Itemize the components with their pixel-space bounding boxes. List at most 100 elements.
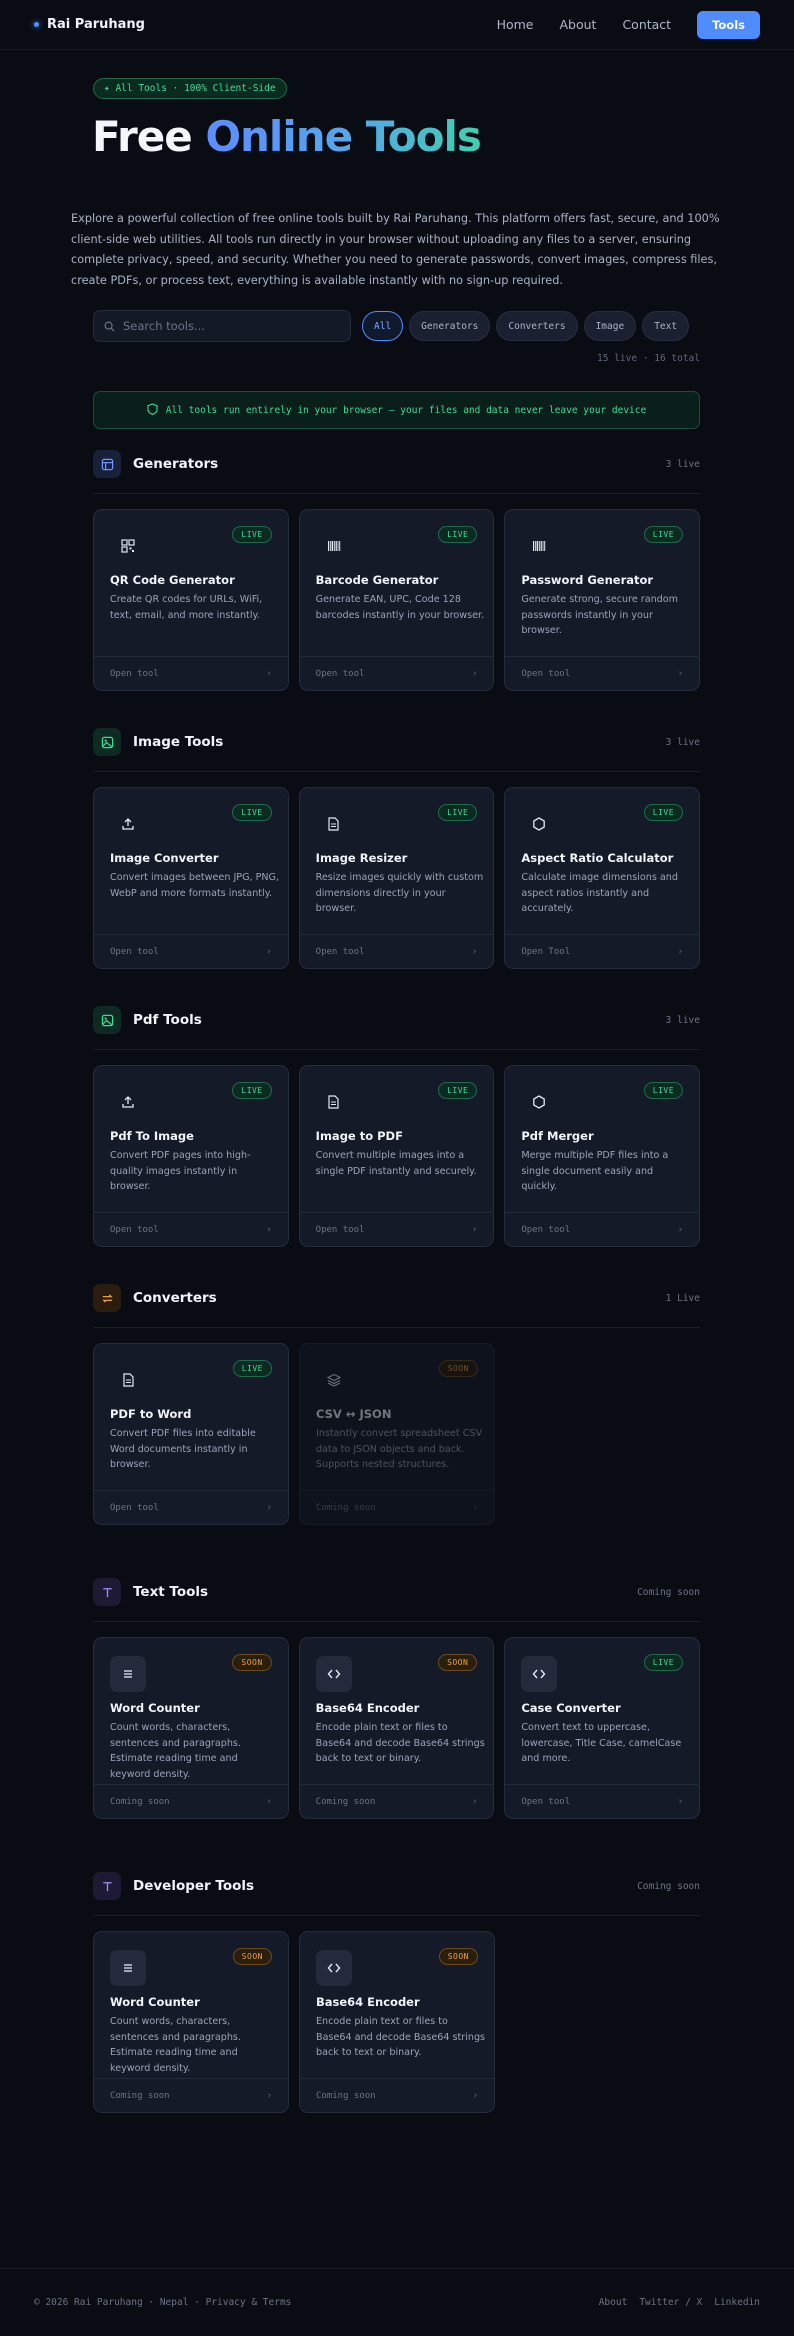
card-footer[interactable]: Open tool ›	[94, 1212, 288, 1246]
nav-link-contact[interactable]: Contact	[622, 17, 671, 32]
card-description: Encode plain text or files to Base64 and…	[315, 1722, 485, 1765]
card-description: Count words, characters, sentences and p…	[110, 1722, 241, 1780]
footer: © 2026 Rai Paruhang · Nepal · Privacy & …	[0, 2268, 794, 2336]
tool-card[interactable]: SOON Word Counter Count words, characters,…	[93, 1637, 289, 1819]
card-footer[interactable]: Open tool ›	[94, 656, 288, 690]
card-footer[interactable]: Coming soon ›	[299, 1784, 494, 1818]
tool-card[interactable]: LIVE Image Converter Convert images betwee…	[93, 787, 289, 969]
tool-card[interactable]: LIVE Image to PDF Convert multiple images …	[298, 1065, 495, 1247]
card-footer[interactable]: Coming soon ›	[94, 2078, 288, 2112]
card-footer[interactable]: Open tool ›	[94, 934, 288, 968]
tool-card[interactable]: LIVE Aspect Ratio Calculator Calculate ima…	[504, 787, 701, 969]
search-input[interactable]	[123, 319, 323, 333]
code-icon	[521, 1656, 558, 1692]
card-footer-label[interactable]: Coming soon	[110, 1797, 170, 1807]
card-footer-label[interactable]: Coming soon	[316, 1503, 376, 1513]
chevron-right-icon: ›	[471, 1224, 478, 1235]
card-description: Merge multiple PDF files into a single d…	[521, 1150, 669, 1193]
nav-tools-button[interactable]: Tools	[697, 10, 760, 39]
tool-card[interactable]: LIVE Password Generator Generate strong, s…	[504, 509, 701, 691]
card-footer[interactable]: Open Tool ›	[505, 934, 700, 968]
footer-link-about[interactable]: About	[599, 2297, 628, 2308]
card-footer[interactable]: Open tool ›	[299, 1212, 494, 1246]
section-divider	[93, 493, 700, 494]
filter-text[interactable]: Text	[642, 311, 690, 341]
card-description: Generate EAN, UPC, Code 128 barcodes ins…	[315, 594, 485, 621]
hexagon-icon	[521, 1084, 557, 1120]
card-footer-label[interactable]: Coming soon	[316, 2091, 376, 2101]
card-footer-label[interactable]: Coming soon	[316, 1797, 376, 1807]
card-title: CSV ↔ JSON	[316, 1407, 392, 1421]
card-footer[interactable]: Coming soon ›	[94, 1784, 288, 1818]
tool-card[interactable]: SOON CSV ↔ JSON Instantly convert spreadsh…	[299, 1343, 495, 1525]
card-footer-label[interactable]: Open tool	[521, 669, 570, 679]
section-title: Converters	[133, 1290, 217, 1306]
card-footer-label[interactable]: Open tool	[110, 947, 159, 957]
tool-card[interactable]: LIVE PDF to Word Convert PDF files into ed…	[93, 1343, 289, 1525]
status-badge: SOON	[232, 1654, 272, 1671]
card-footer-label[interactable]: Open tool	[521, 1797, 570, 1807]
tool-card[interactable]: LIVE Case Converter Convert text to upperc…	[504, 1637, 701, 1819]
list-icon	[110, 1950, 146, 1986]
tool-card[interactable]: LIVE Pdf To Image Convert PDF pages into h…	[93, 1065, 289, 1247]
card-footer-label[interactable]: Open tool	[316, 1225, 365, 1235]
tool-card[interactable]: LIVE Pdf Merger Merge multiple PDF files i…	[504, 1065, 701, 1247]
section-title: Text Tools	[133, 1584, 209, 1600]
brand-dot-icon	[34, 22, 39, 27]
card-footer-label[interactable]: Open tool	[110, 669, 159, 679]
section-image-tools: Image Tools 3 live LIVE Image Converter Conv…	[93, 728, 701, 969]
brand[interactable]: Rai Paruhang	[34, 17, 145, 32]
image-icon	[93, 728, 121, 756]
tool-card[interactable]: LIVE QR Code Generator Create QR codes for…	[93, 509, 289, 691]
card-footer-label[interactable]: Coming soon	[110, 2091, 170, 2101]
chevron-right-icon: ›	[677, 1224, 684, 1235]
card-footer[interactable]: Open tool ›	[505, 1784, 700, 1818]
status-badge: LIVE	[232, 526, 272, 543]
filter-generators[interactable]: Generators	[409, 311, 491, 341]
tool-card-grid: LIVE Image Converter Convert images betwee…	[93, 787, 701, 969]
card-description: Convert images between JPG, PNG, WebP an…	[110, 872, 280, 899]
card-footer-label[interactable]: Open tool	[110, 1225, 159, 1235]
card-footer[interactable]: Open tool ›	[299, 934, 494, 968]
card-title: Pdf Merger	[521, 1129, 594, 1143]
card-footer-label[interactable]: Open Tool	[521, 947, 570, 957]
brand-name[interactable]: Rai Paruhang	[47, 17, 145, 32]
card-footer-label[interactable]: Open tool	[316, 947, 365, 957]
tool-card[interactable]: SOON Base64 Encoder Encode plain text or f…	[298, 1637, 495, 1819]
card-footer[interactable]: Open tool ›	[299, 656, 494, 690]
list-icon	[110, 1656, 146, 1692]
shield-icon	[147, 402, 158, 418]
tool-card[interactable]: LIVE Barcode Generator Generate EAN, UPC, …	[298, 509, 495, 691]
footer-link-twitter[interactable]: Twitter / X	[639, 2297, 702, 2308]
nav-link-home[interactable]: Home	[497, 17, 534, 32]
tool-card-grid: LIVE QR Code Generator Create QR codes for…	[93, 509, 701, 691]
card-title: Barcode Generator	[315, 573, 439, 587]
section-generators: Generators 3 live LIVE QR Code Generator Cre…	[93, 450, 701, 691]
card-footer[interactable]: Coming soon ›	[300, 1490, 494, 1524]
card-footer[interactable]: Open tool ›	[505, 656, 700, 690]
card-footer[interactable]: Coming soon ›	[300, 2078, 494, 2112]
filter-image[interactable]: Image	[583, 311, 637, 341]
filter-all[interactable]: All	[362, 311, 404, 341]
card-footer-label[interactable]: Open tool	[521, 1225, 570, 1235]
hero-badge: ✦ All Tools · 100% Client-Side	[93, 78, 287, 99]
card-footer[interactable]: Open tool ›	[94, 1490, 288, 1524]
filter-converters[interactable]: Converters	[496, 311, 578, 341]
swap-icon	[93, 1284, 121, 1312]
status-badge: LIVE	[643, 804, 684, 821]
card-description: Instantly convert spreadsheet CSV data t…	[316, 1428, 483, 1471]
tool-card[interactable]: SOON Base64 Encoder Encode plain text or f…	[299, 1931, 495, 2113]
nav-link-about[interactable]: About	[559, 17, 596, 32]
footer-link-linkedin[interactable]: Linkedin	[714, 2297, 760, 2308]
card-footer-label[interactable]: Open tool	[316, 669, 365, 679]
card-footer[interactable]: Open tool ›	[505, 1212, 700, 1246]
tool-card[interactable]: SOON Word Counter Count words, characters,…	[93, 1931, 289, 2113]
file-icon	[110, 1362, 146, 1398]
tool-card[interactable]: LIVE Image Resizer Resize images quickly w…	[298, 787, 495, 969]
card-description: Resize images quickly with custom dimens…	[315, 872, 484, 915]
tool-card-grid: LIVE PDF to Word Convert PDF files into ed…	[93, 1343, 700, 1525]
search-box[interactable]	[93, 310, 351, 342]
footer-copyright[interactable]: © 2026 Rai Paruhang · Nepal · Privacy & …	[34, 2297, 291, 2308]
file-icon	[316, 806, 352, 842]
card-footer-label[interactable]: Open tool	[110, 1503, 159, 1513]
